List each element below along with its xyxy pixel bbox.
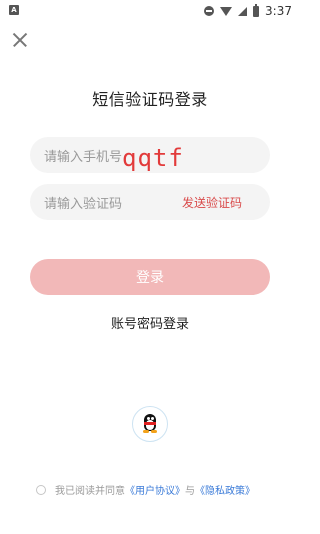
password-login-link[interactable]: 账号密码登录 [0,313,300,332]
verification-code-input[interactable]: 请输入验证码 发送验证码 [30,184,270,220]
close-icon[interactable] [10,30,30,50]
overlay-text: qqtf [122,144,184,172]
agreement-prefix: 我已阅读并同意 [55,486,125,497]
phone-placeholder: 请输入手机号 [44,149,123,165]
qq-penguin-icon [142,414,158,434]
wifi-icon [220,6,233,16]
battery-icon [253,3,260,17]
agreement-row: 我已阅读并同意 《用户协议》 与 《隐私政策》 [36,482,255,497]
cell-signal-icon [238,6,248,16]
login-button[interactable]: 登录 [30,259,270,295]
do-not-disturb-icon [204,6,215,16]
privacy-policy-link[interactable]: 《隐私政策》 [195,482,255,497]
qq-login-button[interactable] [132,406,168,442]
page-title: 短信验证码登录 [92,90,208,109]
agree-radio[interactable] [36,484,46,495]
status-bar: A 3:37 [0,0,300,22]
app-notification-icon: A [9,5,19,15]
code-placeholder: 请输入验证码 [44,196,123,212]
status-time: 3:37 [265,4,292,18]
notification-glyph: A [11,5,17,14]
agreement-and: 与 [185,486,195,497]
status-icons: 3:37 [204,3,292,19]
user-agreement-link[interactable]: 《用户协议》 [125,482,185,497]
send-code-button[interactable]: 发送验证码 [182,194,242,211]
